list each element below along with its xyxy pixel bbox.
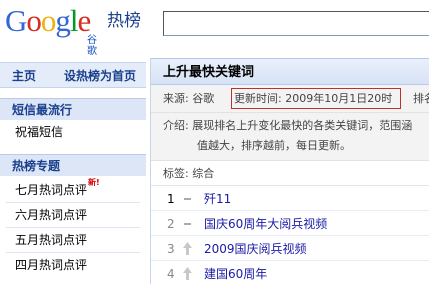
section-sms-header: 短信最流行 (0, 98, 146, 120)
nav-home-link[interactable]: 主页 (12, 68, 36, 84)
google-logo[interactable]: Google 谷歌 (5, 3, 105, 58)
nav-set-homepage-link[interactable]: 设热榜为首页 (64, 68, 136, 84)
rank-label: 排名 (413, 92, 429, 105)
ranking-panel: 上升最快关键词 来源: 谷歌 更新时间: 2009年10月1日20时 排名 介绍… (150, 58, 429, 284)
source-label: 来源: 谷歌 (163, 92, 215, 105)
search-input[interactable] (163, 11, 429, 36)
rank-number: 2 (167, 217, 175, 231)
section-topics-header: 热榜专题 (0, 154, 146, 176)
trend-up-icon (183, 242, 192, 255)
table-row[interactable]: 3 2009国庆阅兵视频 (151, 237, 429, 261)
new-badge: 新! (88, 178, 100, 187)
meta-row: 来源: 谷歌 更新时间: 2009年10月1日20时 排名 (151, 85, 429, 113)
intro-line-2: 值越大，排序越前，每日更新。 (197, 139, 351, 152)
rank-number: 3 (167, 242, 175, 256)
product-name: 热榜 (107, 11, 141, 31)
divider (6, 227, 140, 228)
trend-up-icon (183, 267, 192, 280)
rank-number: 1 (167, 192, 175, 206)
section-topics-title: 热榜专题 (12, 159, 61, 173)
section-sms-title: 短信最流行 (12, 103, 73, 117)
intro-line-1: 介绍: 展现排名上升变化最快的各类关键词，范围涵 (163, 119, 413, 132)
tag-row: 标签: 综合 (151, 162, 429, 186)
sidebar-nav: 主页 设热榜为首页 (0, 62, 146, 88)
divider (6, 202, 140, 203)
sidebar-item-april[interactable]: 四月热词点评 (15, 257, 87, 273)
logo-subtitle: 谷歌 (87, 35, 97, 57)
intro-row: 介绍: 展现排名上升变化最快的各类关键词，范围涵 值越大，排序越前，每日更新。 (151, 113, 429, 161)
table-row[interactable]: 2 国庆60周年大阅兵视频 (151, 212, 429, 236)
keyword-link[interactable]: 国庆60周年大阅兵视频 (204, 216, 327, 232)
panel-title: 上升最快关键词 (163, 65, 255, 80)
keyword-link[interactable]: 建国60周年 (204, 266, 267, 282)
sidebar-item-july[interactable]: 七月热词点评 (15, 182, 87, 198)
trend-flat-icon (184, 198, 191, 200)
rank-number: 4 (167, 267, 175, 281)
trend-flat-icon (184, 223, 191, 225)
tag-label: 标签: 综合 (163, 167, 215, 180)
sidebar-item-greeting-sms[interactable]: 祝福短信 (15, 124, 63, 140)
divider (6, 252, 140, 253)
update-time-label: 更新时间: 2009年10月1日20时 (234, 92, 393, 105)
sidebar-item-june[interactable]: 六月热词点评 (15, 207, 87, 223)
table-row[interactable]: 1 歼11 (151, 187, 429, 211)
keyword-link[interactable]: 2009国庆阅兵视频 (204, 241, 307, 257)
table-row[interactable]: 4 建国60周年 (151, 262, 429, 284)
sidebar: 主页 设热榜为首页 短信最流行 祝福短信 热榜专题 七月热词点评 新! 六月热词… (0, 62, 146, 284)
keyword-link[interactable]: 歼11 (204, 191, 231, 207)
sidebar-item-may[interactable]: 五月热词点评 (15, 232, 87, 248)
google-logo-text: Google (5, 3, 91, 38)
panel-header: 上升最快关键词 (151, 58, 429, 85)
header: Google 谷歌 热榜 (0, 0, 429, 58)
